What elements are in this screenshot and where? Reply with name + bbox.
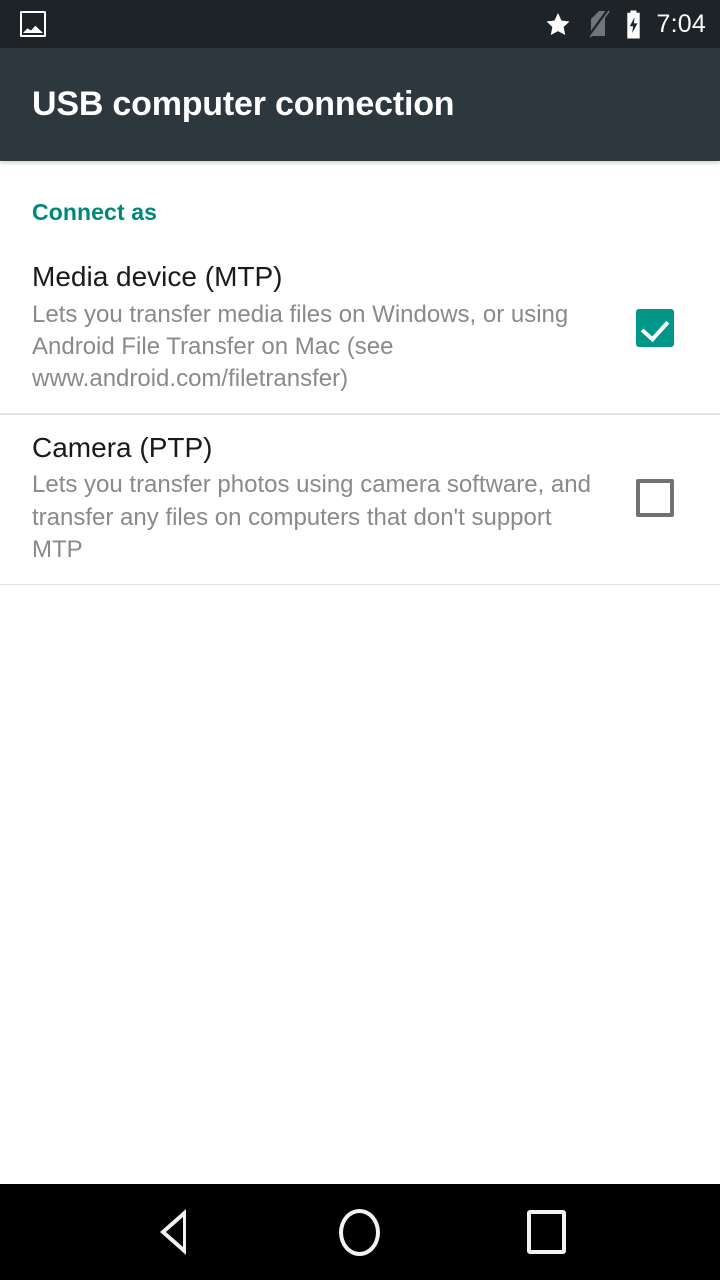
star-icon — [544, 11, 572, 38]
phone-screen: 7:04 USB computer connection Connect as … — [0, 0, 720, 1280]
page-title: USB computer connection — [32, 85, 455, 123]
action-bar: USB computer connection — [0, 48, 720, 161]
checkbox-ptp[interactable] — [636, 479, 674, 518]
status-bar: 7:04 — [0, 0, 720, 48]
status-bar-system-icons: 7:04 — [544, 10, 706, 39]
preference-text: Camera (PTP) Lets you transfer photos us… — [32, 431, 618, 566]
status-bar-clock: 7:04 — [656, 9, 706, 38]
list-divider — [0, 583, 720, 586]
home-circle-icon — [339, 1208, 381, 1256]
no-sim-icon — [586, 10, 610, 38]
preference-summary: Lets you transfer media files on Windows… — [32, 300, 569, 393]
checkbox-mtp[interactable] — [636, 308, 674, 347]
preference-summary: Lets you transfer photos using camera so… — [32, 471, 591, 563]
battery-charging-icon — [624, 10, 643, 39]
checkbox-wrapper[interactable] — [618, 308, 692, 347]
preference-list: Media device (MTP) Lets you transfer med… — [0, 244, 720, 586]
nav-back-button[interactable] — [128, 1187, 218, 1277]
preference-text: Media device (MTP) Lets you transfer med… — [32, 260, 618, 395]
photo-icon — [20, 11, 46, 37]
navigation-bar — [0, 1184, 720, 1280]
preference-title: Media device (MTP) — [32, 261, 283, 292]
recents-square-icon — [527, 1210, 567, 1254]
nav-recents-button[interactable] — [502, 1187, 592, 1277]
settings-content: Connect as Media device (MTP) Lets you t… — [0, 161, 720, 1184]
nav-home-button[interactable] — [315, 1187, 405, 1277]
preference-item-ptp[interactable]: Camera (PTP) Lets you transfer photos us… — [0, 415, 720, 584]
status-bar-notifications — [20, 11, 46, 37]
preference-title: Camera (PTP) — [32, 431, 213, 463]
checkbox-wrapper[interactable] — [618, 479, 692, 518]
back-triangle-icon — [160, 1209, 187, 1255]
section-header-connect-as: Connect as — [32, 199, 157, 225]
preference-item-mtp[interactable]: Media device (MTP) Lets you transfer med… — [0, 244, 720, 413]
